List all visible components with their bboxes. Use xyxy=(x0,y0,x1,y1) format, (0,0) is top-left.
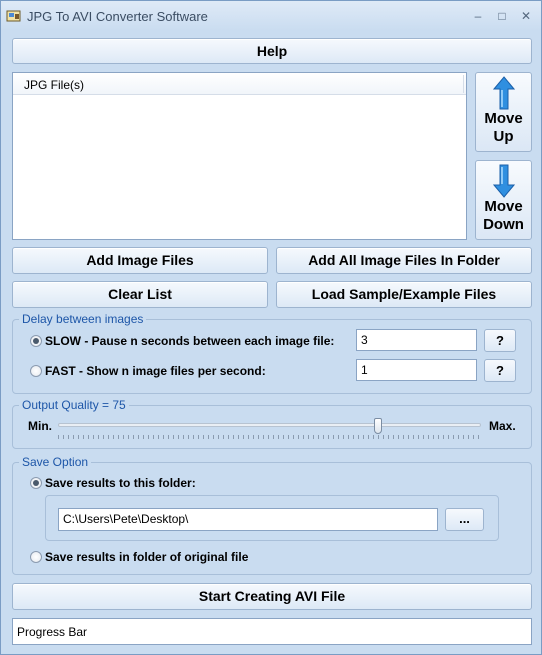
progress-bar: Progress Bar xyxy=(12,618,532,645)
progress-bar-label: Progress Bar xyxy=(17,625,88,639)
clear-list-button[interactable]: Clear List xyxy=(12,281,268,308)
slow-label-strong: SLOW xyxy=(45,334,81,348)
move-up-label-line2: Up xyxy=(493,128,514,145)
list-column-header[interactable]: JPG File(s) xyxy=(13,73,466,95)
delay-group-title: Delay between images xyxy=(19,312,147,326)
app-window: JPG To AVI Converter Software – □ ✕ Help… xyxy=(0,0,542,655)
window-title: JPG To AVI Converter Software xyxy=(27,9,208,24)
save-to-folder-label[interactable]: Save results to this folder: xyxy=(45,476,196,490)
fast-radio[interactable] xyxy=(30,365,42,377)
slow-label[interactable]: SLOW - Pause n seconds between each imag… xyxy=(45,334,334,348)
title-bar[interactable]: JPG To AVI Converter Software – □ ✕ xyxy=(1,1,541,31)
fast-per-second-input[interactable]: 1 xyxy=(356,359,477,381)
move-up-button[interactable]: Move Up xyxy=(475,72,532,152)
move-down-label-line2: Down xyxy=(483,216,524,233)
move-up-label-line1: Move xyxy=(484,110,523,127)
quality-group: Output Quality = 75 xyxy=(12,398,532,449)
minimize-icon[interactable]: – xyxy=(467,7,489,25)
help-button[interactable]: Help xyxy=(12,38,532,64)
save-original-folder-radio[interactable] xyxy=(30,551,42,563)
column-divider xyxy=(463,75,464,93)
quality-slider-ticks xyxy=(58,435,481,439)
load-sample-files-button[interactable]: Load Sample/Example Files xyxy=(276,281,532,308)
quality-slider-thumb[interactable] xyxy=(374,418,383,434)
quality-min-label: Min. xyxy=(28,419,52,433)
quality-max-label: Max. xyxy=(489,419,516,433)
add-image-files-button[interactable]: Add Image Files xyxy=(12,247,268,274)
move-down-button[interactable]: Move Down xyxy=(475,160,532,240)
save-option-group-title: Save Option xyxy=(19,455,92,469)
maximize-icon[interactable]: □ xyxy=(491,7,513,25)
slow-help-button[interactable]: ? xyxy=(484,329,516,352)
fast-label-strong: FAST xyxy=(45,364,76,378)
list-column-header-label: JPG File(s) xyxy=(24,78,84,92)
arrow-up-icon xyxy=(492,76,515,110)
add-all-image-files-button[interactable]: Add All Image Files In Folder xyxy=(276,247,532,274)
quality-slider-track[interactable] xyxy=(58,423,481,427)
fast-label-desc: - Show n image files per second: xyxy=(75,364,266,378)
close-icon[interactable]: ✕ xyxy=(515,7,537,25)
fast-label[interactable]: FAST - Show n image files per second: xyxy=(45,364,266,378)
move-down-label-line1: Move xyxy=(484,198,523,215)
slow-radio[interactable] xyxy=(30,335,42,347)
fast-help-button[interactable]: ? xyxy=(484,359,516,382)
slow-seconds-input[interactable]: 3 xyxy=(356,329,477,351)
folder-path-input[interactable]: C:\Users\Pete\Desktop\ xyxy=(58,508,438,531)
jpg-file-list[interactable]: JPG File(s) xyxy=(12,72,467,240)
save-original-folder-label[interactable]: Save results in folder of original file xyxy=(45,550,248,564)
slow-label-desc: - Pause n seconds between each image fil… xyxy=(81,334,335,348)
arrow-down-icon xyxy=(492,164,515,198)
start-creating-avi-button[interactable]: Start Creating AVI File xyxy=(12,583,532,610)
quality-group-title: Output Quality = 75 xyxy=(19,398,129,412)
save-to-folder-radio[interactable] xyxy=(30,477,42,489)
browse-folder-button[interactable]: ... xyxy=(445,508,484,531)
app-icon xyxy=(6,10,21,22)
